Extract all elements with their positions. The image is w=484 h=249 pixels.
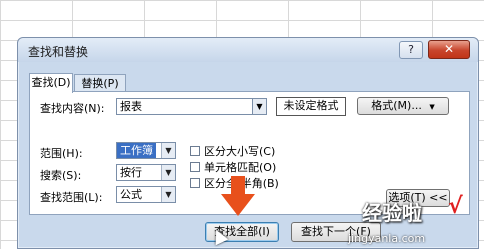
- watermark-check: √: [448, 194, 463, 219]
- find-what-label: 查找内容(N):: [40, 102, 105, 115]
- dialog-title: 查找和替换: [28, 45, 89, 59]
- dialog-titlebar: 查找和替换 ? ✕: [18, 38, 478, 62]
- match-case-checkbox[interactable]: [190, 146, 200, 156]
- format-button[interactable]: 格式(M)... ▼: [357, 97, 449, 115]
- find-what-dropdown[interactable]: ▼: [252, 98, 267, 115]
- watermark-text: 经验啦: [362, 201, 422, 225]
- close-button[interactable]: ✕: [428, 40, 470, 59]
- help-button[interactable]: ?: [399, 41, 423, 59]
- scope-select[interactable]: 工作簿 ▼: [116, 142, 176, 159]
- chevron-down-icon: ▼: [161, 143, 175, 158]
- search-select[interactable]: 按行 ▼: [116, 164, 176, 181]
- watermark-url: jingyanla.com: [348, 232, 426, 245]
- chevron-down-icon: ▼: [161, 165, 175, 180]
- format-button-label: 格式(M)...: [371, 99, 422, 112]
- match-case-label: 区分大小写(C): [204, 145, 276, 158]
- chevron-down-icon: ▼: [161, 187, 175, 202]
- chevron-down-icon: ▼: [429, 103, 435, 111]
- scope-value: 工作簿: [117, 143, 156, 158]
- down-arrow-icon: [221, 176, 255, 216]
- look-in-value: 公式: [120, 188, 142, 201]
- tab-replace[interactable]: 替换(P): [74, 74, 126, 92]
- search-value: 按行: [120, 166, 142, 179]
- find-what-value: 报表: [120, 100, 142, 113]
- match-cell-label: 单元格匹配(O): [204, 161, 277, 174]
- scope-label: 范围(H):: [40, 147, 83, 160]
- match-width-checkbox[interactable]: [190, 178, 200, 188]
- match-cell-checkbox[interactable]: [190, 162, 200, 172]
- search-label: 搜索(S):: [40, 169, 82, 182]
- tab-find[interactable]: 查找(D): [29, 73, 73, 93]
- find-what-input[interactable]: 报表: [116, 98, 266, 115]
- format-status: 未设定格式: [276, 97, 346, 116]
- look-in-select[interactable]: 公式 ▼: [116, 186, 176, 203]
- look-in-label: 查找范围(L):: [40, 191, 103, 204]
- chevron-down-icon: ▼: [256, 102, 263, 111]
